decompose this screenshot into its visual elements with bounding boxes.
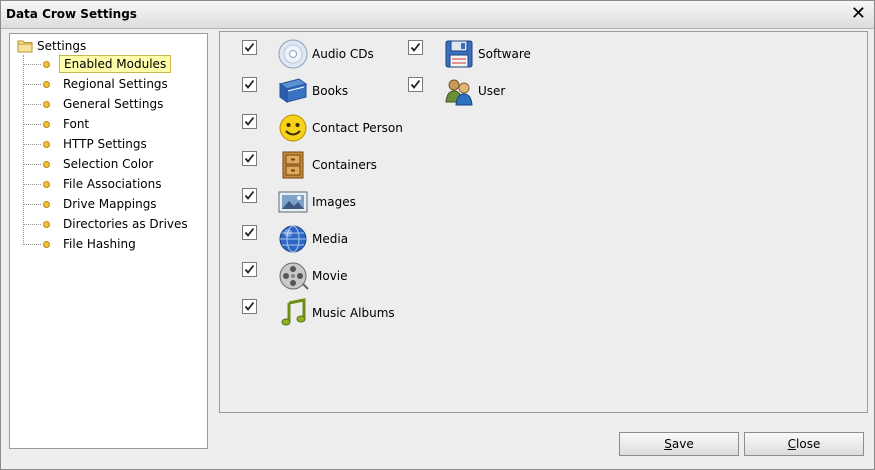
bullet-icon (43, 160, 50, 168)
module-item: Audio CDs (242, 38, 374, 70)
module-checkbox[interactable] (242, 76, 257, 92)
film-reel-icon (279, 262, 309, 290)
bullet-icon (43, 180, 50, 188)
tree-item[interactable]: File Hashing (23, 235, 140, 253)
tree-connector (23, 103, 41, 105)
tree-item[interactable]: Directories as Drives (23, 215, 192, 233)
bullet-icon (43, 240, 50, 248)
folder-icon (17, 40, 33, 53)
tree-connector (23, 123, 41, 125)
settings-dialog: Data Crow Settings ✕ Settings Enabled Mo… (0, 0, 875, 470)
module-label: Software (478, 47, 531, 61)
tree-item-label: Regional Settings (63, 77, 168, 91)
modules-panel: Audio CDs Books Contact Person Containers Im… (219, 31, 868, 413)
tree-root-label: Settings (37, 39, 87, 53)
module-label: Containers (312, 158, 377, 172)
close-button[interactable]: Close (744, 432, 864, 456)
tree-item[interactable]: HTTP Settings (23, 135, 151, 153)
tree-item-label: File Associations (63, 177, 162, 191)
smiley-icon (279, 114, 307, 142)
module-checkbox[interactable] (242, 187, 257, 203)
tree-item[interactable]: Drive Mappings (23, 195, 161, 213)
tree-item[interactable]: File Associations (23, 175, 165, 193)
module-checkbox[interactable] (242, 113, 257, 129)
module-label: Images (312, 195, 356, 209)
tree-item-label: General Settings (63, 97, 164, 111)
tree-item-label: HTTP Settings (63, 137, 147, 151)
module-label: Music Albums (312, 306, 395, 320)
module-checkbox[interactable] (242, 298, 257, 314)
tree-item-label: Font (63, 117, 90, 131)
close-icon[interactable]: ✕ (851, 4, 866, 24)
music-note-icon (281, 298, 306, 326)
tree-connector (23, 243, 41, 245)
module-item: User (408, 75, 505, 107)
bullet-icon (43, 100, 50, 108)
module-label: Books (312, 84, 349, 98)
module-checkbox[interactable] (242, 224, 257, 240)
tree-item-label: Drive Mappings (63, 197, 157, 211)
tree-item[interactable]: Enabled Modules (23, 55, 172, 73)
module-item: Movie (242, 260, 348, 292)
tree-item[interactable]: Regional Settings (23, 75, 172, 93)
window-title: Data Crow Settings (6, 7, 137, 21)
tree-connector (23, 143, 41, 145)
bullet-icon (43, 80, 50, 88)
book-icon (278, 78, 308, 103)
tree-connector (23, 203, 41, 205)
tree-item-label: Enabled Modules (59, 55, 172, 73)
module-label: Media (312, 232, 349, 246)
image-icon (278, 191, 308, 213)
tree-root-settings[interactable]: Settings (17, 37, 86, 55)
module-label: Audio CDs (312, 47, 374, 61)
bullet-icon (43, 120, 50, 128)
bullet-icon (43, 200, 50, 208)
module-label: Contact Person (312, 121, 403, 135)
module-item: Music Albums (242, 297, 395, 329)
globe-icon (279, 225, 307, 253)
tree-connector (23, 223, 41, 225)
module-item: Images (242, 186, 356, 218)
tree-connector (23, 183, 41, 185)
module-item: Software (408, 38, 531, 70)
title-bar: Data Crow Settings ✕ (1, 1, 874, 29)
tree-item-label: Directories as Drives (63, 217, 188, 231)
cd-icon (278, 39, 308, 69)
module-item: Media (242, 223, 348, 255)
module-checkbox[interactable] (242, 261, 257, 277)
module-item: Contact Person (242, 112, 403, 144)
settings-tree: Settings Enabled Modules Regional Setting… (9, 33, 208, 449)
tree-item[interactable]: General Settings (23, 95, 167, 113)
save-button[interactable]: Save (619, 432, 739, 456)
users-icon (445, 79, 473, 106)
bullet-icon (43, 60, 50, 68)
module-item: Books (242, 75, 348, 107)
tree-connector (23, 83, 41, 85)
module-label: Movie (312, 269, 348, 283)
cabinet-icon (282, 151, 304, 179)
bullet-icon (43, 140, 50, 148)
tree-item-label: File Hashing (63, 237, 136, 251)
tree-connector (23, 63, 41, 65)
tree-connector (23, 163, 41, 165)
tree-item[interactable]: Font (23, 115, 93, 133)
module-checkbox[interactable] (408, 39, 423, 55)
floppy-disk-icon (445, 40, 473, 68)
module-checkbox[interactable] (408, 76, 423, 92)
module-checkbox[interactable] (242, 39, 257, 55)
bullet-icon (43, 220, 50, 228)
module-label: User (478, 84, 506, 98)
module-checkbox[interactable] (242, 150, 257, 166)
tree-item-label: Selection Color (63, 157, 154, 171)
tree-item[interactable]: Selection Color (23, 155, 157, 173)
module-item: Containers (242, 149, 377, 181)
